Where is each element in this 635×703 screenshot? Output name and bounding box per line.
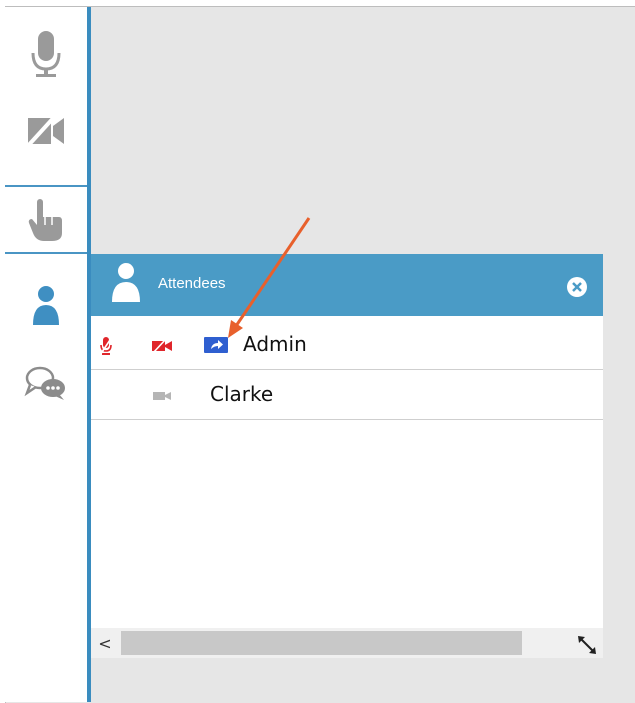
attendee-row[interactable]: Clarke — [91, 370, 603, 420]
chat-button[interactable] — [5, 358, 87, 408]
attendee-header-icon — [112, 263, 140, 302]
toolbar-divider — [5, 185, 87, 187]
scrollbar-thumb[interactable] — [121, 631, 522, 655]
video-off-icon — [24, 112, 64, 150]
horizontal-scrollbar[interactable]: < — [91, 628, 603, 658]
camera-off-icon — [152, 339, 172, 353]
panel-title: Attendees — [158, 275, 226, 292]
microphone-button[interactable] — [5, 24, 87, 84]
attendee-name: Admin — [243, 332, 307, 356]
attendees-icon — [33, 286, 59, 325]
attendees-panel: Attendees Admin Clarke < — [91, 254, 603, 658]
raise-hand-button[interactable] — [5, 190, 87, 250]
attendee-name: Clarke — [210, 382, 274, 406]
resize-handle-icon[interactable] — [576, 634, 598, 656]
attendees-button[interactable] — [5, 280, 87, 330]
toolbar-divider — [5, 252, 87, 254]
screen-share-icon — [204, 337, 228, 353]
video-button[interactable] — [5, 103, 87, 159]
raise-hand-icon — [28, 199, 62, 241]
close-panel-button[interactable] — [567, 277, 587, 297]
camera-icon — [153, 392, 171, 400]
scroll-left-button[interactable]: < — [95, 632, 115, 654]
chat-icon — [24, 366, 65, 400]
microphone-icon — [31, 31, 61, 77]
scroll-left-label: < — [98, 633, 112, 653]
attendees-panel-header: Attendees — [91, 254, 603, 316]
mic-muted-icon — [99, 336, 113, 356]
close-icon — [572, 282, 582, 292]
attendee-row[interactable]: Admin — [91, 320, 603, 370]
